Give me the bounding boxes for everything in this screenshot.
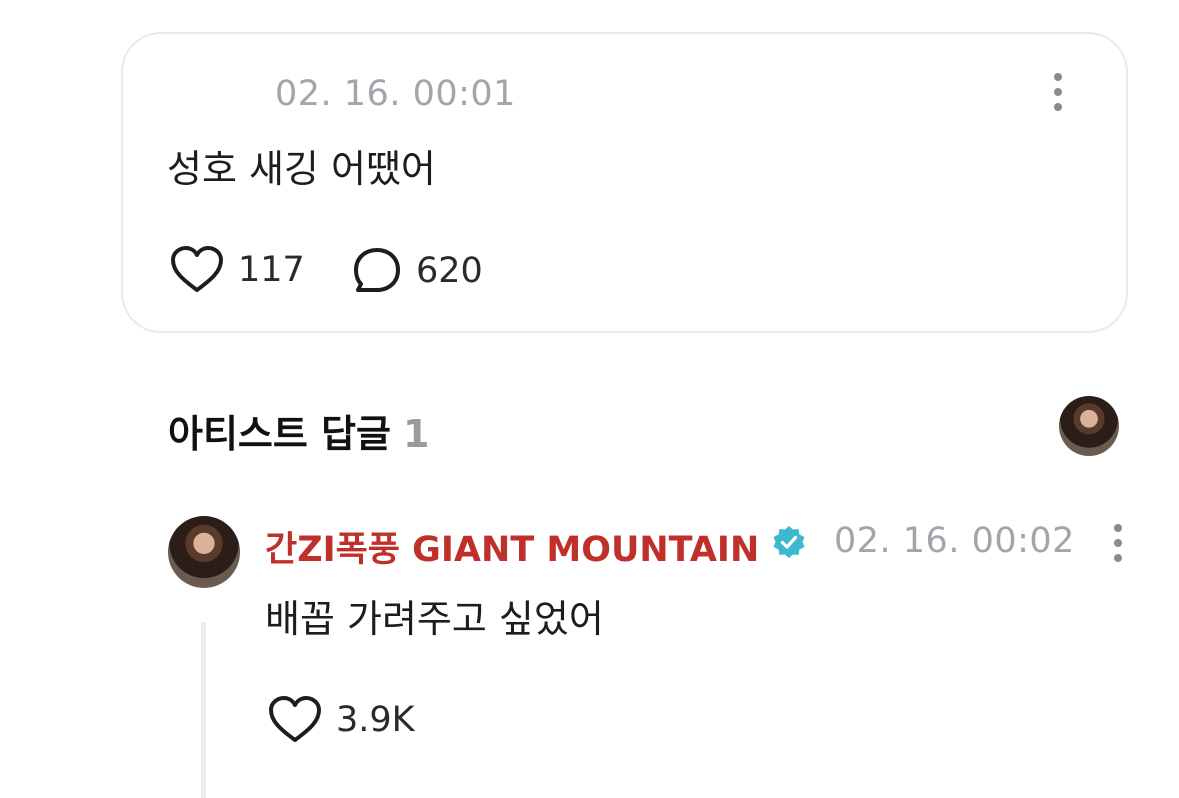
reply-author-avatar[interactable] [168, 516, 240, 588]
reply-like-button[interactable]: 3.9K [268, 696, 415, 744]
reply-author-name[interactable]: 간ZI폭풍 GIANT MOUNTAIN [265, 521, 759, 572]
reply-body-text: 배꼽 가려주고 싶었어 [265, 597, 604, 641]
artist-replies-heading: 아티스트 답글 1 [168, 403, 429, 458]
post-like-count: 117 [238, 250, 305, 290]
artist-avatar[interactable] [1059, 396, 1119, 456]
section-title-label: 아티스트 답글 [168, 412, 391, 456]
reply-more-options-icon[interactable] [1112, 524, 1124, 562]
heart-icon [171, 246, 223, 292]
post-like-button[interactable]: 117 [170, 246, 305, 294]
post-comment-button[interactable]: 620 [352, 246, 483, 296]
comment-bubble-icon [354, 248, 400, 292]
section-reply-count: 1 [403, 412, 430, 456]
verified-badge-icon [773, 526, 805, 558]
post-more-options-icon[interactable] [1052, 73, 1064, 111]
reply-timestamp: 02. 16. 00:02 [834, 521, 1075, 561]
post-body-text: 성호 새깅 어땠어 [167, 147, 436, 191]
reply-like-count: 3.9K [336, 700, 415, 740]
heart-icon [269, 696, 321, 742]
thread-line [201, 622, 206, 798]
post-comment-count: 620 [416, 251, 483, 291]
post-timestamp: 02. 16. 00:01 [275, 74, 516, 114]
